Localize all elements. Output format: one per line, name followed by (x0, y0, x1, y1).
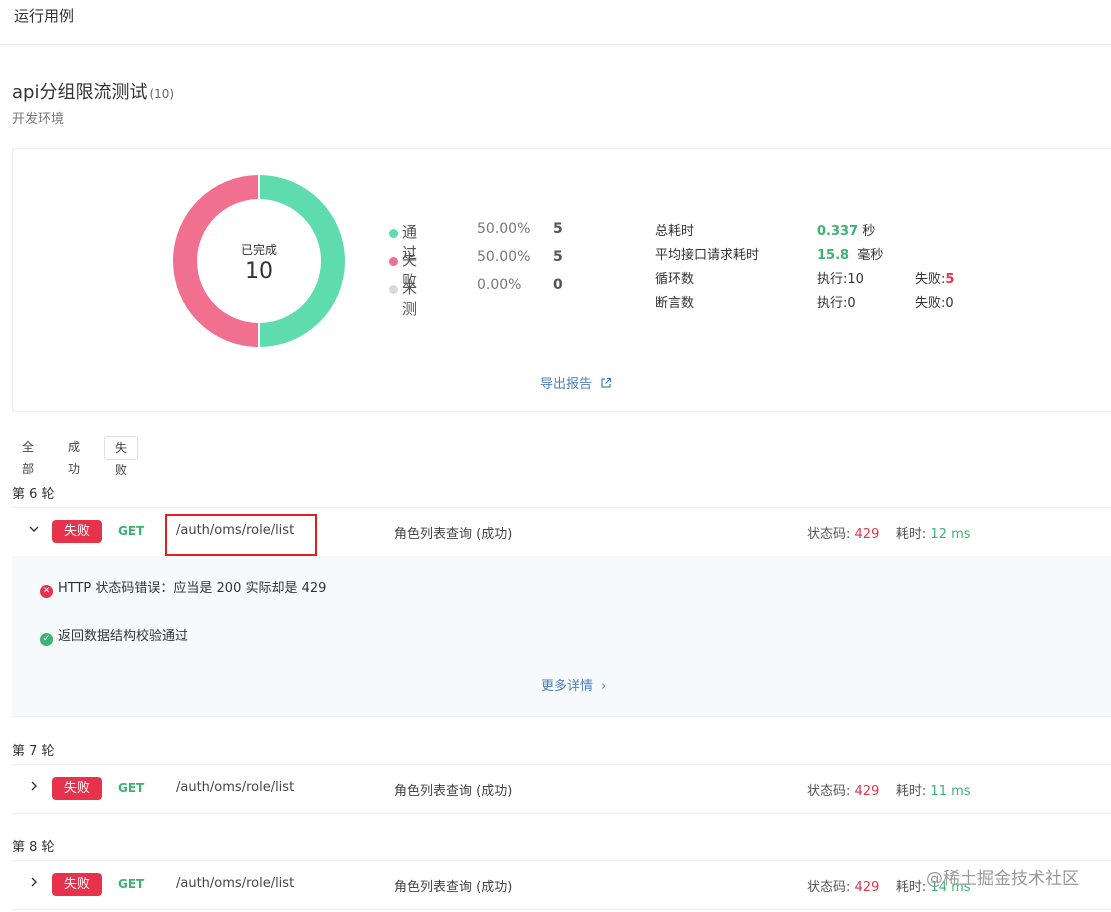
assertion-passed: ✓ 返回数据结构校验通过 (40, 625, 188, 646)
stat-total-time: 总耗时 0.337 秒 (655, 224, 876, 239)
case-detail-round-6: ✕ HTTP 状态码错误：应当是 200 实际却是 429 ✓ 返回数据结构校验通过… (12, 556, 1111, 717)
highlight-box (165, 514, 317, 556)
filter-all-button[interactable]: 全部 (12, 436, 44, 476)
case-name: 角色列表查询 (成功) (394, 784, 513, 799)
suite-count: (10) (149, 87, 175, 101)
external-link-icon (601, 377, 612, 388)
chevron-down-icon[interactable] (28, 523, 40, 539)
status-badge: 失败 (52, 520, 102, 543)
stat-loops: 循环数 执行:10 失败:5 (655, 272, 955, 287)
round-7-label: 第 7 轮 (12, 744, 55, 759)
error-icon: ✕ (40, 585, 53, 598)
export-report-link[interactable]: 导出报告 (540, 373, 612, 392)
suite-title: api分组限流测试 (10) (12, 78, 174, 104)
donut-caption: 已完成 (240, 243, 277, 257)
http-method: GET (118, 781, 145, 795)
case-meta: 状态码: 429 耗时: 12 ms (807, 527, 971, 542)
pass-dot-icon (389, 229, 398, 238)
fail-dot-icon (389, 257, 398, 266)
case-name: 角色列表查询 (成功) (394, 527, 513, 542)
more-details-link[interactable]: 更多详情 › (541, 675, 606, 694)
check-icon: ✓ (40, 633, 53, 646)
donut-center: 已完成 10 (173, 175, 345, 347)
stat-avg-time: 平均接口请求耗时 15.8 毫秒 (655, 248, 884, 263)
donut-total: 10 (245, 259, 273, 284)
status-badge: 失败 (52, 777, 102, 800)
filter-fail-button[interactable]: 失败 (104, 436, 139, 477)
suite-name: api分组限流测试 (12, 82, 148, 103)
chevron-right-icon[interactable] (28, 780, 40, 796)
stat-assertions: 断言数 执行:0 失败:0 (655, 296, 954, 311)
summary-card: 已完成 10 通过 50.00% 5 失败 50.00% 5 未测 0.00% … (12, 148, 1111, 412)
case-row-round-6[interactable]: 失败 GET /auth/oms/role/list 角色列表查询 (成功) 状… (12, 507, 1111, 557)
http-method: GET (118, 877, 145, 891)
page-header: 运行用例 (0, 0, 1111, 45)
result-donut-chart: 已完成 10 (173, 175, 345, 347)
round-6-label: 第 6 轮 (12, 487, 55, 502)
assertion-failed: ✕ HTTP 状态码错误：应当是 200 实际却是 429 (40, 577, 326, 598)
case-name: 角色列表查询 (成功) (394, 880, 513, 895)
request-path: /auth/oms/role/list (176, 876, 295, 891)
chevron-right-icon: › (601, 679, 607, 694)
request-path: /auth/oms/role/list (176, 780, 295, 795)
case-row-round-7[interactable]: 失败 GET /auth/oms/role/list 角色列表查询 (成功) 状… (12, 764, 1111, 814)
round-8-label: 第 8 轮 (12, 840, 55, 855)
status-badge: 失败 (52, 873, 102, 896)
untested-dot-icon (389, 285, 398, 294)
filter-success-button[interactable]: 成功 (58, 436, 90, 476)
case-meta: 状态码: 429 耗时: 11 ms (807, 784, 971, 799)
chevron-right-icon[interactable] (28, 876, 40, 892)
suite-environment: 开发环境 (12, 112, 65, 127)
http-method: GET (118, 524, 145, 538)
page-title: 运行用例 (14, 7, 75, 25)
watermark: @稀土掘金技术社区 (926, 869, 1079, 889)
